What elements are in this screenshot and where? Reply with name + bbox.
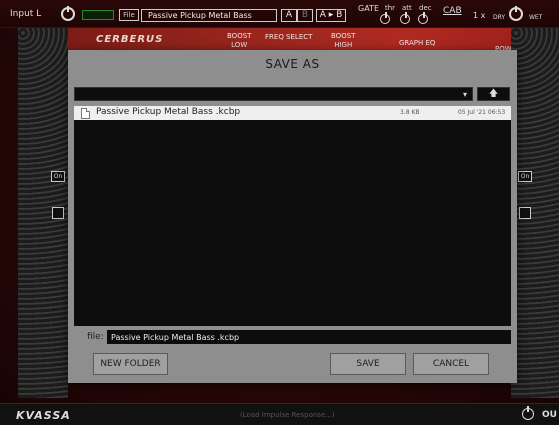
ir-load-label[interactable]: (Load Impulse Response...): [240, 411, 335, 419]
boost-low-label: BOOST LOW: [227, 32, 252, 49]
dry-label: DRY: [493, 14, 506, 21]
cancel-button[interactable]: CANCEL: [413, 353, 489, 375]
gate-att-label: att: [402, 4, 412, 12]
new-folder-button[interactable]: NEW FOLDER: [93, 353, 168, 375]
right-mic-pipette-icon[interactable]: [519, 207, 531, 219]
cab-label[interactable]: CAB: [443, 6, 462, 16]
gate-thr-knob[interactable]: [380, 12, 390, 24]
gate-label: GATE: [358, 4, 379, 13]
gate-dec-label: dec: [419, 4, 432, 12]
preset-name: Passive Pickup Metal Bass: [148, 11, 252, 20]
file-name: Passive Pickup Metal Bass .kcbp: [96, 107, 241, 117]
output-knob[interactable]: [522, 406, 534, 420]
up-arrow-icon: 🡅: [488, 89, 499, 99]
top-toolbar: Input L File Passive Pickup Metal Bass A…: [0, 0, 559, 28]
dry-wet-knob[interactable]: [509, 6, 523, 21]
amp-logo: CERBERUS: [96, 34, 164, 45]
file-name-label: file:: [87, 332, 104, 342]
file-button[interactable]: File: [119, 9, 139, 21]
graph-eq-label: GRAPH EQ: [399, 39, 436, 47]
input-label: Input L: [10, 9, 42, 19]
gate-dec-knob[interactable]: [418, 12, 428, 24]
select-updown-icon: ▾: [462, 90, 467, 99]
document-icon: [81, 108, 90, 119]
brand-logo: KVASSA: [16, 409, 71, 422]
save-as-dialog: SAVE AS ▾ 🡅 Passive Pickup Metal Bass .k…: [68, 50, 517, 383]
gate-att-knob[interactable]: [400, 12, 410, 24]
file-size: 3.8 KB: [400, 109, 420, 116]
bottom-toolbar: KVASSA (Load Impulse Response...) OU: [0, 403, 559, 425]
save-button[interactable]: SAVE: [330, 353, 406, 375]
copy-a-to-b-button[interactable]: A ▸ B: [316, 9, 346, 22]
boost-high-label: BOOST HIGH: [331, 32, 356, 49]
preset-b-button[interactable]: B: [297, 9, 313, 22]
file-name-input[interactable]: [107, 330, 511, 344]
wet-label: WET: [529, 14, 543, 21]
right-mic-on-toggle[interactable]: On: [518, 171, 532, 182]
file-date: 05 Jul '21 06:53: [458, 109, 506, 116]
input-gain-knob[interactable]: [61, 6, 75, 21]
parent-folder-button[interactable]: 🡅: [477, 87, 510, 101]
freq-select-label: FREQ SELECT: [265, 33, 313, 41]
file-list[interactable]: Passive Pickup Metal Bass .kcbp 3.8 KB 0…: [74, 106, 511, 326]
output-label: OU: [542, 410, 557, 420]
gate-thr-label: thr: [385, 4, 396, 12]
zoom-label[interactable]: 1 x: [473, 11, 485, 20]
file-list-item[interactable]: Passive Pickup Metal Bass .kcbp 3.8 KB 0…: [74, 106, 511, 120]
left-mic-on-toggle[interactable]: On: [51, 171, 65, 182]
dialog-title: SAVE AS: [265, 57, 320, 71]
preset-name-box[interactable]: Passive Pickup Metal Bass: [141, 9, 277, 22]
preset-a-button[interactable]: A: [281, 9, 297, 22]
input-level-meter: [82, 10, 114, 20]
folder-path-select[interactable]: ▾: [74, 87, 473, 101]
left-mic-pipette-icon[interactable]: [52, 207, 64, 219]
